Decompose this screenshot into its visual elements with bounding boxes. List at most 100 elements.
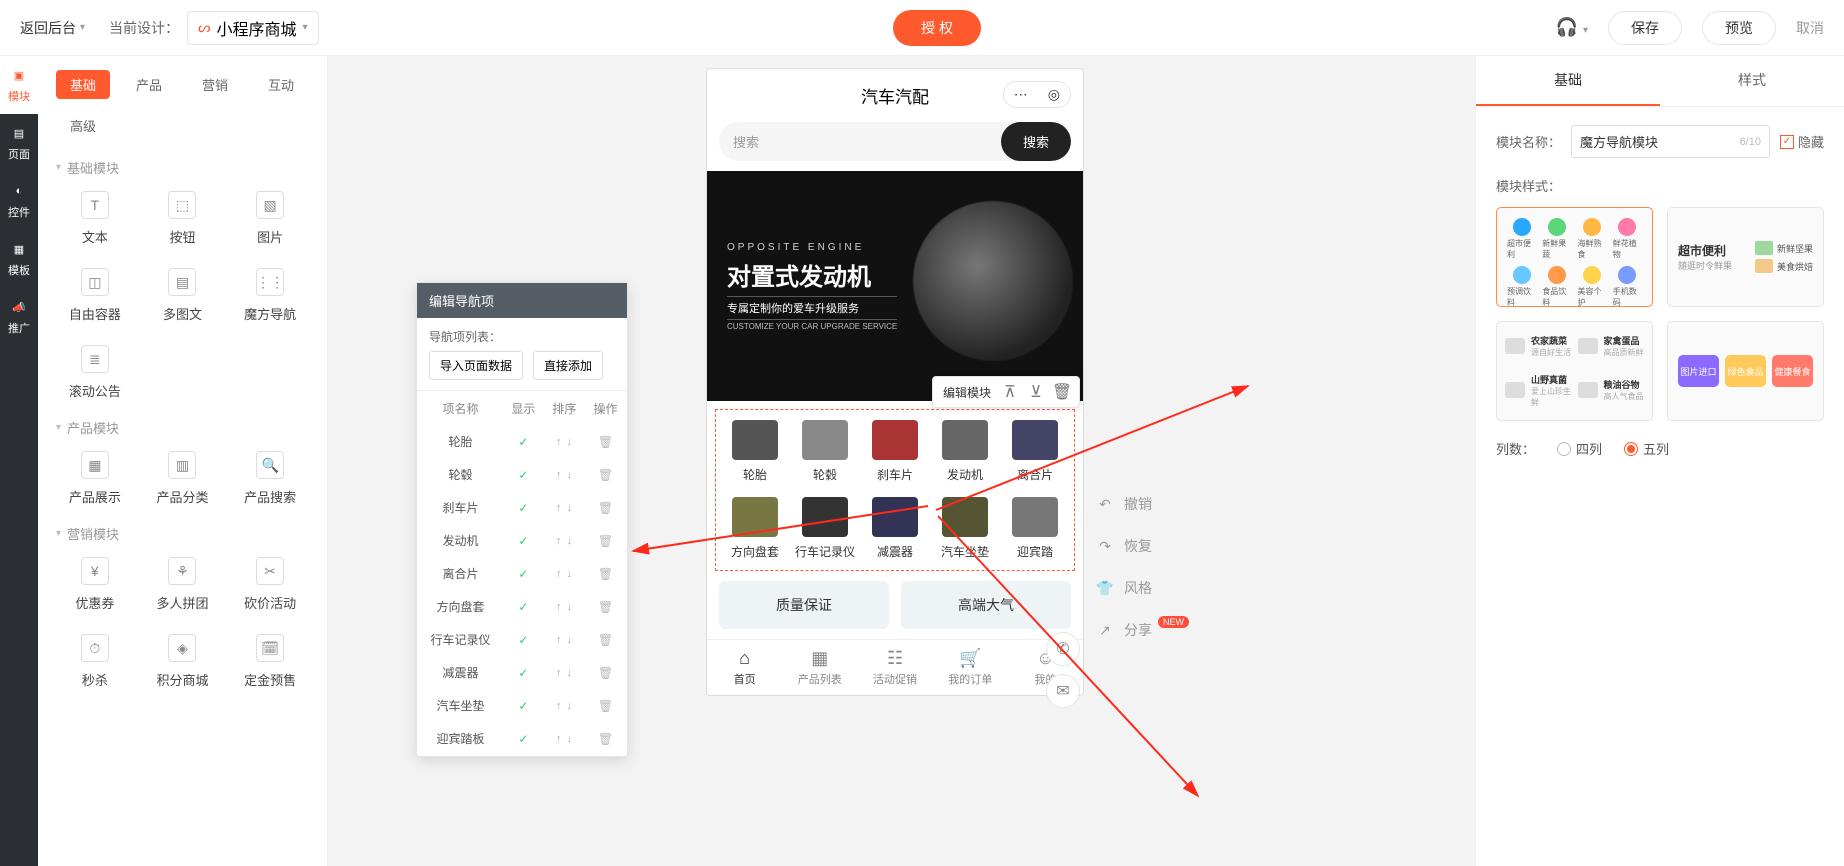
sort-buttons[interactable]: ↑ ↓ (545, 723, 584, 754)
tab-advanced[interactable]: 高级 (56, 111, 110, 140)
widget-定金预售[interactable]: 🗓定金预售 (231, 634, 309, 689)
cols-radio-5[interactable]: 五列 (1624, 439, 1669, 458)
target-icon[interactable]: ◎ (1038, 82, 1070, 107)
delete-module-button[interactable]: 🗑 (1051, 381, 1073, 403)
banner-image[interactable]: OPPOSITE ENGINE 对置式发动机 专属定制你的爱车升级服务 CUST… (707, 171, 1083, 401)
widget-滚动公告[interactable]: ≣滚动公告 (56, 345, 134, 400)
widget-图片[interactable]: ▧图片 (231, 191, 309, 246)
rail-promote[interactable]: 📣推广 (0, 288, 38, 346)
nav-item[interactable]: 轮毂 (792, 420, 858, 483)
action-恢复[interactable]: ↷恢复 (1096, 536, 1189, 556)
category-product-header[interactable]: 产品模块 (56, 418, 309, 437)
delete-row[interactable]: 🗑 (586, 657, 625, 688)
visible-check[interactable]: ✓ (504, 657, 543, 688)
widget-多人拼团[interactable]: ⚘多人拼团 (144, 557, 222, 612)
nav-item[interactable]: 轮胎 (722, 420, 788, 483)
quality-card-1[interactable]: 质量保证 (719, 581, 889, 629)
hide-checkbox[interactable]: ✓隐藏 (1780, 132, 1824, 151)
widget-产品分类[interactable]: ▥产品分类 (144, 451, 222, 506)
search-input[interactable]: 搜索 (719, 122, 1001, 161)
move-down-button[interactable]: ⊻ (1025, 381, 1047, 403)
design-selector[interactable]: ᔕ 小程序商城 ▾ (187, 11, 319, 45)
widget-自由容器[interactable]: ◫自由容器 (56, 268, 134, 323)
tabbar-item[interactable]: ⌂首页 (707, 640, 782, 695)
tabbar-item[interactable]: 🛒我的订单 (933, 640, 1008, 695)
quality-card-2[interactable]: 高端大气 (901, 581, 1071, 629)
delete-row[interactable]: 🗑 (586, 525, 625, 556)
tabbar-item[interactable]: ▦产品列表 (782, 640, 857, 695)
nav-item[interactable]: 刹车片 (862, 420, 928, 483)
widget-秒杀[interactable]: ⏱秒杀 (56, 634, 134, 689)
search-button[interactable]: 搜索 (1001, 122, 1071, 161)
nav-item[interactable]: 汽车坐垫 (932, 497, 998, 560)
visible-check[interactable]: ✓ (504, 690, 543, 721)
preview-button[interactable]: 预览 (1702, 11, 1776, 45)
nav-item[interactable]: 方向盘套 (722, 497, 788, 560)
visible-check[interactable]: ✓ (504, 723, 543, 754)
delete-row[interactable]: 🗑 (586, 426, 625, 457)
visible-check[interactable]: ✓ (504, 492, 543, 523)
miniprogram-capsule[interactable]: ⋯◎ (1003, 81, 1071, 108)
widget-砍价活动[interactable]: ✂砍价活动 (231, 557, 309, 612)
visible-check[interactable]: ✓ (504, 525, 543, 556)
widget-积分商城[interactable]: ◈积分商城 (144, 634, 222, 689)
rail-control[interactable]: ◐控件 (0, 172, 38, 230)
sort-buttons[interactable]: ↑ ↓ (545, 657, 584, 688)
inspector-tab-basic[interactable]: 基础 (1476, 56, 1660, 106)
style-option-4[interactable]: 图片进口绿色食品健康餐食 (1667, 321, 1824, 421)
support-icon[interactable]: 🎧 ▾ (1556, 17, 1588, 38)
delete-row[interactable]: 🗑 (586, 558, 625, 589)
nav-item[interactable]: 发动机 (932, 420, 998, 483)
sort-buttons[interactable]: ↑ ↓ (545, 624, 584, 655)
action-风格[interactable]: 👕风格 (1096, 578, 1189, 598)
category-basic-header[interactable]: 基础模块 (56, 158, 309, 177)
rail-module[interactable]: ▣模块 (0, 56, 38, 114)
visible-check[interactable]: ✓ (504, 591, 543, 622)
cols-radio-4[interactable]: 四列 (1557, 439, 1602, 458)
widget-优惠券[interactable]: ¥优惠券 (56, 557, 134, 612)
move-up-button[interactable]: ⊼ (999, 381, 1021, 403)
sort-buttons[interactable]: ↑ ↓ (545, 558, 584, 589)
sort-buttons[interactable]: ↑ ↓ (545, 492, 584, 523)
delete-row[interactable]: 🗑 (586, 459, 625, 490)
sort-buttons[interactable]: ↑ ↓ (545, 525, 584, 556)
sort-buttons[interactable]: ↑ ↓ (545, 591, 584, 622)
category-marketing-header[interactable]: 营销模块 (56, 524, 309, 543)
more-icon[interactable]: ⋯ (1004, 82, 1038, 107)
action-撤销[interactable]: ↶撤销 (1096, 494, 1189, 514)
style-option-1[interactable]: 超市便利新鲜果蔬海鲜熟食鲜花植物预调饮料食品饮料美容个护手机数码 (1496, 207, 1653, 307)
sort-buttons[interactable]: ↑ ↓ (545, 459, 584, 490)
visible-check[interactable]: ✓ (504, 426, 543, 457)
delete-row[interactable]: 🗑 (586, 723, 625, 754)
save-button[interactable]: 保存 (1608, 11, 1682, 45)
tab-marketing[interactable]: 营销 (188, 70, 242, 99)
cancel-link[interactable]: 取消 (1796, 18, 1824, 38)
sort-buttons[interactable]: ↑ ↓ (545, 690, 584, 721)
tabbar-item[interactable]: ☷活动促销 (857, 640, 932, 695)
style-option-2[interactable]: 超市便利 随逛时令鲜果 新鲜坚果 美食烘焙 (1667, 207, 1824, 307)
visible-check[interactable]: ✓ (504, 558, 543, 589)
widget-文本[interactable]: T文本 (56, 191, 134, 246)
phone-icon[interactable]: ✆ (1046, 632, 1080, 666)
authorize-button[interactable]: 授 权 (893, 10, 981, 46)
widget-按钮[interactable]: ⬚按钮 (144, 191, 222, 246)
widget-产品搜索[interactable]: 🔍产品搜索 (231, 451, 309, 506)
tab-product[interactable]: 产品 (122, 70, 176, 99)
nav-item[interactable]: 迎宾踏 (1002, 497, 1068, 560)
rail-page[interactable]: ▤页面 (0, 114, 38, 172)
action-分享[interactable]: ↗分享NEW (1096, 620, 1189, 640)
nav-item[interactable]: 行车记录仪 (792, 497, 858, 560)
nav-module-selected[interactable]: 编辑模块 ⊼ ⊻ 🗑 轮胎轮毂刹车片发动机离合片方向盘套行车记录仪减震器汽车坐垫… (715, 409, 1075, 571)
inspector-tab-style[interactable]: 样式 (1660, 56, 1844, 106)
style-option-3[interactable]: 农家蔬菜源自好生活家禽蛋品高品质新鲜山野真菌爱上山珍生鲜粮油谷物高人气食品 (1496, 321, 1653, 421)
rail-template[interactable]: ▦模板 (0, 230, 38, 288)
module-name-input[interactable]: 魔方导航模块 6/10 (1571, 125, 1770, 158)
delete-row[interactable]: 🗑 (586, 492, 625, 523)
visible-check[interactable]: ✓ (504, 459, 543, 490)
nav-item[interactable]: 离合片 (1002, 420, 1068, 483)
delete-row[interactable]: 🗑 (586, 591, 625, 622)
widget-魔方导航[interactable]: ⋮⋮魔方导航 (231, 268, 309, 323)
popup-add-button[interactable]: 直接添加 (533, 351, 603, 380)
tab-basic[interactable]: 基础 (56, 70, 110, 99)
nav-item[interactable]: 减震器 (862, 497, 928, 560)
